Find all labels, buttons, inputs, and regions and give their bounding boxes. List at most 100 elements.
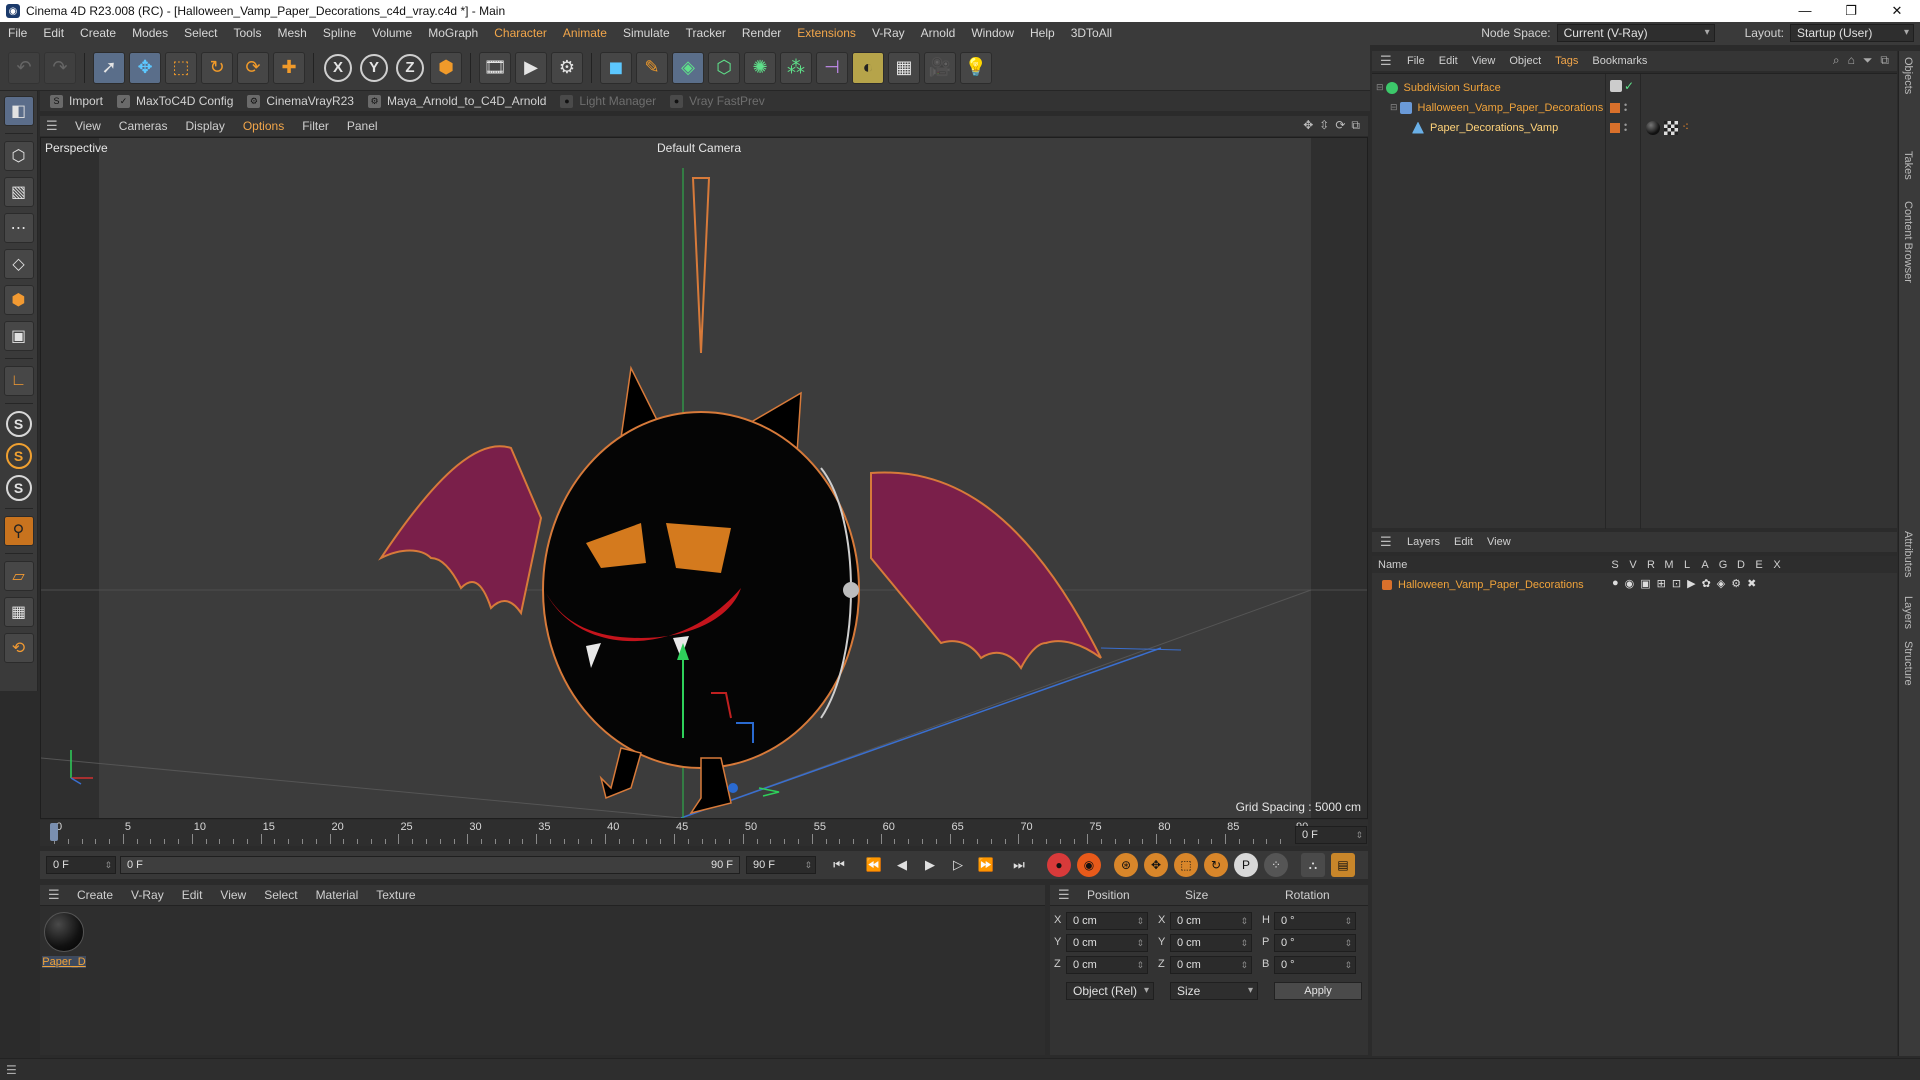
expand-icon[interactable]: ⊟ [1390,102,1398,113]
cinemavray-plugin[interactable]: ⚙ CinemaVrayR23 [247,94,354,108]
orbit-view-icon[interactable]: ⟳ [1335,118,1345,133]
extrude-generator-icon[interactable]: ⬡ [708,51,740,84]
object-menu-view[interactable]: View [1465,51,1503,71]
layer-col-animation[interactable]: A [1696,559,1714,571]
selection-tag-icon[interactable]: ⁖ [1682,120,1689,134]
material-name[interactable]: Paper_D [42,956,86,968]
menu-vray[interactable]: V-Ray [864,22,913,45]
material-preview-ball[interactable] [44,912,84,952]
status-menu-icon[interactable]: ☰ [6,1063,17,1077]
node-space-dropdown[interactable]: Current (V-Ray) [1556,24,1715,42]
menu-mesh[interactable]: Mesh [269,22,314,45]
menu-modes[interactable]: Modes [124,22,176,45]
restore-button[interactable]: ❐ [1828,0,1874,22]
end-frame-field[interactable]: 90 F [746,856,816,874]
layer-tag-icon[interactable] [1610,80,1622,92]
polygons-mode-icon[interactable]: ⬢ [3,285,34,315]
object-menu-edit[interactable]: Edit [1432,51,1465,71]
start-frame-field[interactable]: 0 F [46,856,116,874]
menu-volume[interactable]: Volume [364,22,420,45]
layer-col-expressions[interactable]: E [1750,559,1768,571]
3d-viewport[interactable]: Perspective Default Camera Grid Spacing … [40,137,1368,819]
locked-workplane-icon[interactable]: ⟲ [3,633,34,663]
maxtoc4d-plugin[interactable]: ✓ MaxToC4D Config [117,94,233,108]
maya-arnold-plugin[interactable]: ⚙ Maya_Arnold_to_C4D_Arnold [367,94,546,108]
layer-expression-icon[interactable]: ⚙ [1731,577,1741,590]
snap-settings-icon[interactable]: S [5,443,32,469]
menu-render[interactable]: Render [734,22,789,45]
pos-y-field[interactable]: 0 cm [1066,934,1148,952]
layer-animation-icon[interactable]: ▶ [1687,577,1695,590]
subdivision-surface-icon[interactable]: ◈ [672,51,704,84]
rot-h-field[interactable]: 0 ° [1274,912,1356,930]
menu-mograph[interactable]: MoGraph [420,22,486,45]
rotate-tool-icon[interactable]: ↻ [201,51,233,84]
timeline-window-icon[interactable]: ▤ [1331,853,1355,877]
rotation-key-icon[interactable]: ↻ [1204,853,1228,877]
parameter-key-icon[interactable]: P [1234,853,1258,877]
timeline-ruler[interactable]: 051015202530354045505560657075808590 [40,820,1368,846]
hamburger-icon[interactable]: ☰ [48,887,62,903]
field-icon[interactable]: ◐ [852,51,884,84]
layer-color-swatch[interactable] [1610,123,1620,133]
vray-fastprev-plugin[interactable]: ● Vray FastPrev [670,94,765,108]
recent-tools-icon[interactable]: ⟳ [237,51,269,84]
uvw-tag-icon[interactable] [1664,121,1678,135]
material-menu-material[interactable]: Material [307,885,368,905]
object-menu-tags[interactable]: Tags [1548,51,1585,71]
layer-lock-icon[interactable]: ⊡ [1672,577,1681,590]
menu-create[interactable]: Create [72,22,124,45]
layer-col-xref[interactable]: X [1768,559,1786,571]
layer-color-swatch[interactable] [1382,579,1392,590]
visibility-dots-icon[interactable]: • • [1624,101,1630,115]
layer-render-icon[interactable]: ▣ [1640,577,1650,590]
pos-z-field[interactable]: 0 cm [1066,956,1148,974]
tab-structure[interactable]: Structure [1902,641,1914,686]
go-to-start-icon[interactable]: ⏮ [828,854,850,876]
menu-window[interactable]: Window [963,22,1022,45]
deformer-icon[interactable]: ⊣ [816,51,848,84]
tab-content-browser[interactable]: Content Browser [1902,201,1914,283]
tab-objects[interactable]: Objects [1902,57,1914,94]
quantize-icon[interactable]: S [5,475,32,501]
expand-icon[interactable]: ⊟ [1376,82,1384,93]
tab-attributes[interactable]: Attributes [1902,531,1914,577]
layer-xref-icon[interactable]: ✖ [1747,577,1756,590]
render-picture-viewer-icon[interactable]: ▶ [515,51,547,84]
material-menu-select[interactable]: Select [255,885,306,905]
move-tool-icon[interactable]: ✥ [129,51,161,84]
layer-col-render[interactable]: R [1642,559,1660,571]
toggle-view-icon[interactable]: ⧉ [1351,118,1360,133]
mograph-cloner-icon[interactable]: ⁂ [780,51,812,84]
coordinate-mode-dropdown[interactable]: Object (Rel) [1066,982,1154,1000]
layer-col-view[interactable]: V [1624,559,1642,571]
search-icon[interactable]: ⌕ [1833,53,1840,68]
object-row-paper-decorations[interactable]: Paper_Decorations_Vamp [1372,118,1897,137]
hamburger-icon[interactable]: ☰ [46,118,60,134]
import-plugin[interactable]: S Import [50,94,103,108]
keyframe-selection-icon[interactable]: ⊛ [1114,853,1138,877]
layer-col-generators[interactable]: G [1714,559,1732,571]
layer-view-eye-icon[interactable]: ◉ [1625,577,1635,590]
layer-col-deformers[interactable]: D [1732,559,1750,571]
object-row-subdivision[interactable]: ⊟ Subdivision Surface [1372,78,1897,97]
render-settings-icon[interactable]: ⚙ [551,51,583,84]
cloner-icon[interactable]: ✺ [744,51,776,84]
workplane-icon[interactable]: ▱ [3,561,34,591]
new-window-icon[interactable]: ⧉ [1880,53,1889,68]
undo-icon[interactable]: ↶ [8,51,40,84]
previous-frame-icon[interactable]: ◀ [891,854,913,876]
layer-menu-view[interactable]: View [1480,532,1518,552]
preview-range-slider[interactable]: 0 F 90 F [120,856,740,874]
menu-extensions[interactable]: Extensions [789,22,864,45]
object-menu-bookmarks[interactable]: Bookmarks [1585,51,1654,71]
go-to-end-icon[interactable]: ⏭ [1008,854,1030,876]
record-active-icon[interactable]: ● [1047,853,1071,877]
make-editable-icon[interactable]: ◧ [3,96,34,126]
position-key-icon[interactable]: ✥ [1144,853,1168,877]
object-menu-object[interactable]: Object [1502,51,1548,71]
light-icon[interactable]: 💡 [960,51,992,84]
menu-spline[interactable]: Spline [315,22,364,45]
visibility-dots-icon[interactable]: • • [1624,121,1630,135]
menu-tracker[interactable]: Tracker [678,22,734,45]
